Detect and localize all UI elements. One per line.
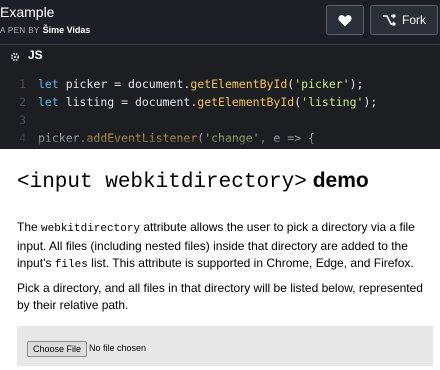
line-number: 1 [19, 77, 26, 91]
gear-icon [10, 52, 20, 62]
code-fade-overlay [0, 129, 440, 149]
settings-gear-icon[interactable] [9, 51, 21, 63]
heart-icon [338, 14, 352, 26]
inline-code: webkitdirectory [41, 223, 141, 235]
para-text: list. This attribute is supported in Chr… [87, 256, 414, 270]
heading-bold: demo [312, 169, 369, 192]
code-text: let listing = document.getElementById('l… [38, 95, 378, 109]
js-code-panel: JS 1 let picker = document.getElementById… [0, 44, 440, 149]
instruction-paragraph: Pick a directory, and all files in that … [17, 281, 423, 312]
line-number: 3 [19, 113, 26, 127]
heading-code: <input webkitdirectory> [17, 171, 307, 194]
file-status-text: No file chosen [89, 343, 147, 353]
pen-author: A PEN BY Šime Vidas [0, 25, 90, 35]
file-input-area: Choose File No file chosen [17, 326, 433, 366]
line-number: 2 [19, 95, 26, 109]
fork-button[interactable]: Fork [370, 5, 438, 35]
code-language-label: JS [28, 48, 43, 62]
author-name-link[interactable]: Šime Vidas [43, 25, 91, 35]
fork-label: Fork [402, 13, 426, 27]
page-heading: <input webkitdirectory> demo [17, 169, 369, 194]
code-line: 2 let listing = document.getElementById('… [0, 95, 440, 113]
fork-icon [383, 14, 396, 26]
pen-header: Example A PEN BY Šime Vidas Fork [0, 0, 440, 44]
inline-code: files [54, 259, 88, 271]
pen-title: Example [0, 4, 55, 20]
code-editor[interactable]: 1 let picker = document.getElementById('p… [0, 73, 440, 149]
choose-file-button[interactable]: Choose File [27, 341, 88, 357]
description-paragraph: The webkitdirectory attribute allows the… [17, 219, 431, 274]
para-text: The [17, 220, 42, 234]
code-line: 1 let picker = document.getElementById('p… [0, 77, 440, 95]
author-prefix: A PEN BY [0, 26, 40, 35]
code-text: let picker = document.getElementById('pi… [38, 77, 364, 91]
like-button[interactable] [326, 5, 364, 35]
